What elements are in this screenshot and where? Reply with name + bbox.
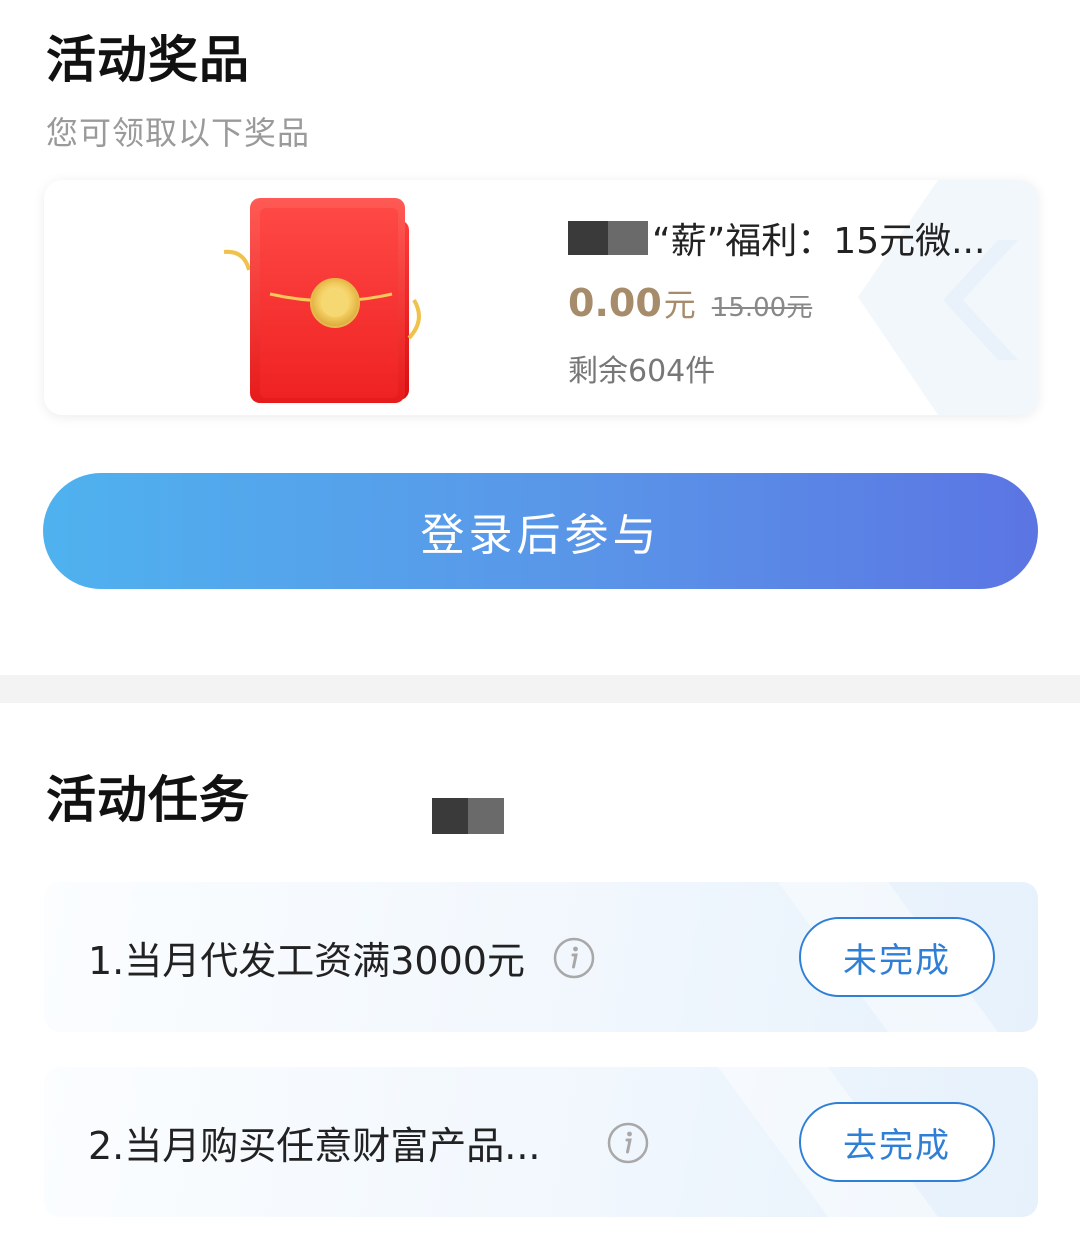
login-to-participate-button[interactable]: 登录后参与: [43, 473, 1038, 589]
redacted-text: [568, 221, 648, 255]
prize-price-unit: 元: [663, 286, 696, 324]
price-row: 0.00 元 15.00元: [568, 280, 1008, 326]
info-icon[interactable]: [552, 936, 596, 980]
go-complete-button[interactable]: 去完成: [799, 1102, 995, 1182]
prize-stock: 剩余604件: [568, 354, 716, 389]
red-envelope-icon: [223, 198, 421, 403]
task-status-button[interactable]: 未完成: [799, 917, 995, 997]
info-icon[interactable]: [606, 1121, 650, 1165]
prize-info: “薪”福利：15元微... 0.00 元 15.00元 剩余604件: [568, 210, 1008, 390]
prizes-section-title: 活动奖品: [46, 31, 250, 89]
tasks-section-title: 活动任务: [46, 771, 250, 829]
task-description: 2.当月购买任意财富产品...: [88, 1124, 541, 1168]
prize-current-price: 0.00: [568, 281, 662, 325]
task-description: 1.当月代发工资满3000元: [88, 939, 525, 983]
prizes-section-subtitle: 您可领取以下奖品: [46, 114, 311, 152]
task-item: 1.当月代发工资满3000元 未完成: [44, 882, 1038, 1032]
redacted-text: [432, 798, 504, 834]
prize-card[interactable]: “薪”福利：15元微... 0.00 元 15.00元 剩余604件: [44, 180, 1038, 415]
prize-name: “薪”福利：15元微...: [652, 221, 986, 262]
task-item: 2.当月购买任意财富产品... 去完成: [44, 1067, 1038, 1217]
prize-original-price: 15.00元: [711, 293, 813, 323]
section-divider: [0, 675, 1080, 703]
